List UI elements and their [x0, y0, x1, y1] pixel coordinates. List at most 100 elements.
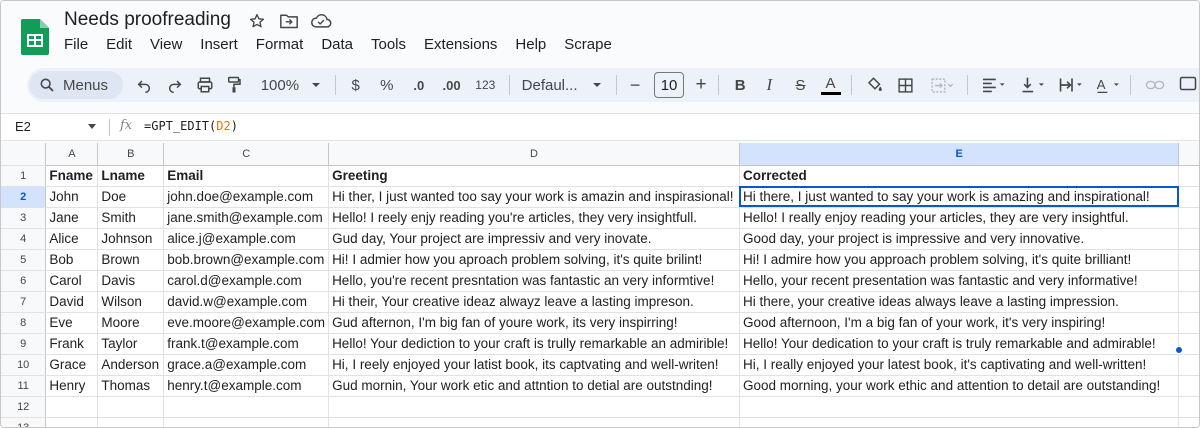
fill-handle[interactable] [1175, 346, 1183, 354]
cell-c5[interactable]: bob.brown@example.com [163, 249, 330, 271]
menus-search-box[interactable]: Menus [29, 71, 124, 99]
menu-insert[interactable]: Insert [200, 36, 238, 53]
cell-c9[interactable]: frank.t@example.com [163, 333, 330, 355]
cell-a1[interactable]: Fname [45, 165, 99, 187]
cell-a10[interactable]: Grace [45, 354, 99, 376]
cell-c10[interactable]: grace.a@example.com [163, 354, 330, 376]
italic-icon[interactable]: I [760, 71, 779, 99]
borders-icon[interactable] [895, 71, 916, 99]
vertical-align-icon[interactable] [1018, 71, 1049, 99]
cell-c7[interactable]: david.w@example.com [163, 291, 330, 313]
cell-a11[interactable]: Henry [45, 375, 99, 397]
move-to-folder-icon[interactable] [277, 10, 301, 32]
cell-e9[interactable]: Hello! Your dedication to your craft is … [739, 333, 1180, 355]
row-header[interactable]: 10 [1, 354, 47, 376]
zoom-select[interactable]: 100% [261, 71, 321, 99]
cell-a13[interactable] [45, 417, 99, 427]
paint-format-icon[interactable] [222, 71, 247, 99]
document-title[interactable]: Needs proofreading [64, 9, 231, 31]
cell-c6[interactable]: carol.d@example.com [163, 270, 330, 292]
cell-a3[interactable]: Jane [45, 207, 99, 229]
column-header-blank[interactable] [1178, 143, 1199, 166]
cell-a12[interactable] [45, 396, 99, 418]
cell-b7[interactable]: Wilson [97, 291, 165, 313]
print-icon[interactable] [193, 71, 218, 99]
currency-format-button[interactable]: $ [346, 71, 365, 99]
bold-icon[interactable]: B [731, 71, 750, 99]
text-wrapping-icon[interactable] [1057, 71, 1088, 99]
cell-c13[interactable] [163, 417, 330, 427]
fill-color-icon[interactable] [864, 71, 885, 99]
font-size-input[interactable]: 10 [653, 72, 685, 98]
cell-empty[interactable] [1178, 228, 1199, 250]
text-color-icon[interactable]: A [820, 71, 841, 99]
cell-b6[interactable]: Davis [97, 270, 165, 292]
cell-e3[interactable]: Hello! I really enjoy reading your artic… [739, 207, 1180, 229]
cell-e4[interactable]: Good day, your project is impressive and… [739, 228, 1180, 250]
column-header-a[interactable]: A [45, 143, 99, 166]
strikethrough-icon[interactable]: S [791, 71, 810, 99]
cell-b2[interactable]: Doe [97, 186, 165, 208]
cell-d12[interactable] [328, 396, 740, 418]
cell-d5[interactable]: Hi! I admier how you aproach problem sol… [328, 249, 740, 271]
cell-d3[interactable]: Hello! I reely enjy reading you're artic… [328, 207, 740, 229]
cell-b5[interactable]: Brown [97, 249, 165, 271]
cell-c11[interactable]: henry.t@example.com [163, 375, 330, 397]
text-rotation-icon[interactable]: A [1093, 71, 1124, 99]
cell-e12[interactable] [739, 396, 1180, 418]
column-header-c[interactable]: C [163, 143, 330, 166]
cell-e13[interactable] [739, 417, 1180, 427]
cell-b9[interactable]: Taylor [97, 333, 165, 355]
cell-b12[interactable] [97, 396, 165, 418]
cell-e1[interactable]: Corrected [739, 165, 1180, 187]
more-formats-button[interactable]: 123 [472, 71, 499, 99]
cell-a5[interactable]: Bob [45, 249, 99, 271]
cell-a4[interactable]: Alice [45, 228, 99, 250]
cell-a2[interactable]: John [45, 186, 99, 208]
cell-c2[interactable]: john.doe@example.com [163, 186, 330, 208]
cell-b10[interactable]: Anderson [97, 354, 165, 376]
cell-e8[interactable]: Good afternoon, I'm a big fan of your wo… [739, 312, 1180, 334]
cell-a6[interactable]: Carol [45, 270, 99, 292]
cloud-saved-icon[interactable] [309, 10, 333, 32]
cell-empty[interactable] [1178, 186, 1199, 208]
row-header[interactable]: 13 [1, 417, 47, 427]
cell-b4[interactable]: Johnson [97, 228, 165, 250]
column-header-e[interactable]: E [739, 143, 1180, 166]
sheets-logo-icon[interactable] [21, 19, 49, 55]
column-header-b[interactable]: B [97, 143, 165, 166]
cell-d7[interactable]: Hi their, Your creative ideaz alwayz lea… [328, 291, 740, 313]
cell-empty[interactable] [1178, 396, 1199, 418]
cell-b8[interactable]: Moore [97, 312, 165, 334]
increase-decimals-button[interactable]: .00 [437, 71, 466, 99]
cell-e7[interactable]: Hi there, your creative ideas always lea… [739, 291, 1180, 313]
menu-data[interactable]: Data [321, 36, 353, 53]
cell-empty[interactable] [1178, 354, 1199, 376]
row-header[interactable]: 4 [1, 228, 47, 250]
chevron-down-icon[interactable] [87, 123, 97, 131]
font-select[interactable]: Defaul... [522, 71, 602, 99]
cell-d8[interactable]: Gud afternon, I'm big fan of youre work,… [328, 312, 740, 334]
cell-b13[interactable] [97, 417, 165, 427]
redo-icon[interactable] [162, 71, 187, 99]
menu-view[interactable]: View [150, 36, 182, 53]
star-icon[interactable] [245, 10, 269, 32]
select-all-corner[interactable] [1, 143, 47, 166]
row-header[interactable]: 1 [1, 165, 47, 187]
menu-scrape[interactable]: Scrape [564, 36, 612, 53]
cell-d11[interactable]: Gud mornin, Your work etic and attntion … [328, 375, 740, 397]
cell-d4[interactable]: Gud day, Your project are impressiv and … [328, 228, 740, 250]
cell-a7[interactable]: David [45, 291, 99, 313]
cell-d13[interactable] [328, 417, 740, 427]
cell-empty[interactable] [1178, 249, 1199, 271]
insert-link-icon[interactable] [1143, 71, 1166, 99]
name-box[interactable]: E2 [15, 119, 31, 134]
cell-empty[interactable] [1178, 165, 1199, 187]
cell-e2[interactable]: Hi there, I just wanted to say your work… [739, 186, 1180, 208]
cell-empty[interactable] [1178, 291, 1199, 313]
cell-empty[interactable] [1178, 375, 1199, 397]
cell-empty[interactable] [1178, 312, 1199, 334]
percent-format-button[interactable]: % [377, 71, 396, 99]
menu-file[interactable]: File [64, 36, 88, 53]
cell-d9[interactable]: Hello! Your dediction to your craft is t… [328, 333, 740, 355]
